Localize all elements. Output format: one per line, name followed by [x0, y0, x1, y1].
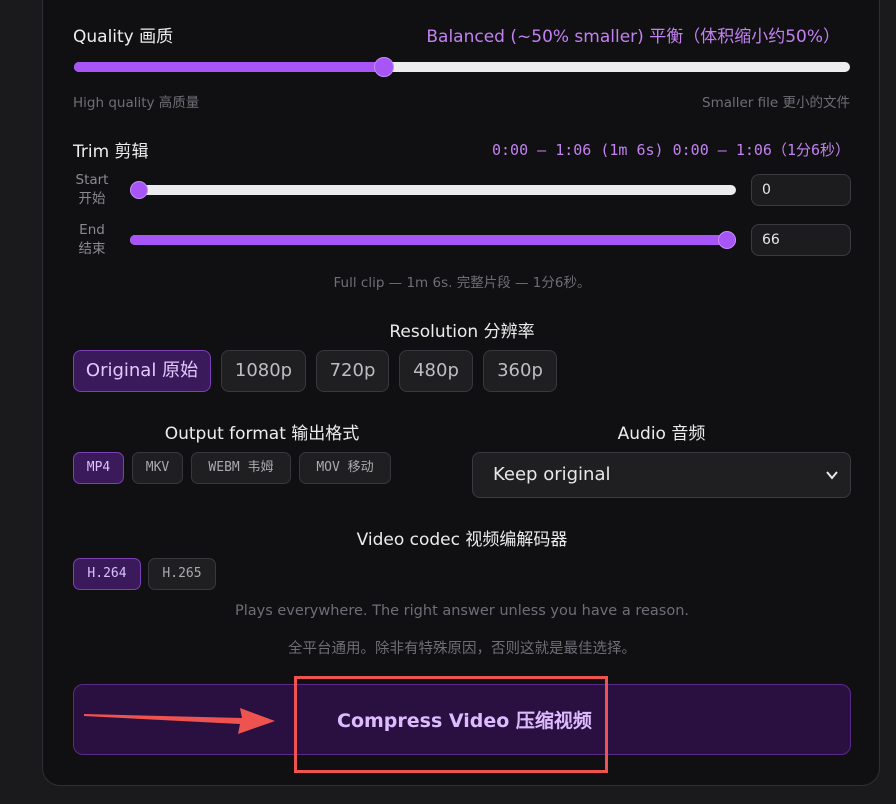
output-format-label: Output format 输出格式	[164, 424, 360, 444]
trim-label: Trim 剪辑	[73, 142, 149, 162]
format-option-mov[interactable]: MOV 移动	[299, 452, 391, 484]
trim-end-input[interactable]: 66	[751, 224, 851, 256]
resolution-option-720p[interactable]: 720p	[316, 350, 389, 392]
quality-slider[interactable]	[74, 57, 850, 77]
trim-start-label-en: Start	[75, 172, 109, 188]
trim-range-label: 0:00 – 1:06 (1m 6s) 0:00 – 1:06（1分6秒）	[491, 141, 850, 159]
audio-select-value: Keep original	[493, 464, 611, 485]
quality-label: Quality 画质	[73, 27, 174, 47]
trim-end-slider[interactable]	[130, 231, 736, 249]
trim-end-fill	[130, 235, 724, 245]
trim-start-label-zh: 开始	[78, 191, 106, 207]
codec-hint-zh: 全平台通用。除非有特殊原因，否则这就是最佳选择。	[288, 641, 636, 657]
trim-end-label-en: End	[79, 222, 105, 238]
quality-value-label: Balanced (~50% smaller) 平衡（体积缩小约50%）	[426, 27, 840, 47]
format-option-mp4[interactable]: MP4	[73, 452, 124, 484]
quality-max-hint: Smaller file 更小的文件	[702, 95, 850, 111]
trim-hint: Full clip — 1m 6s. 完整片段 — 1分6秒。	[333, 275, 591, 291]
trim-end-label-zh: 结束	[78, 241, 106, 257]
audio-label: Audio 音频	[617, 424, 706, 444]
codec-option-h264[interactable]: H.264	[73, 558, 141, 590]
trim-start-thumb[interactable]	[130, 181, 149, 199]
trim-end-thumb[interactable]	[717, 231, 736, 249]
quality-min-hint: High quality 高质量	[73, 95, 200, 111]
arrow-right-icon	[84, 708, 275, 734]
trim-start-slider[interactable]	[130, 181, 736, 199]
format-option-mkv[interactable]: MKV	[132, 452, 183, 484]
trim-start-input[interactable]: 0	[751, 174, 851, 206]
resolution-label: Resolution 分辨率	[389, 322, 535, 342]
settings-panel	[42, 0, 880, 786]
codec-option-h265[interactable]: H.265	[148, 558, 216, 590]
codec-hint-en: Plays everywhere. The right answer unles…	[234, 603, 689, 619]
resolution-option-original[interactable]: Original 原始	[73, 350, 211, 392]
format-option-webm[interactable]: WEBM 韦姆	[191, 452, 291, 484]
resolution-option-360p[interactable]: 360p	[483, 350, 557, 392]
trim-end-label: End 结束	[70, 221, 114, 259]
trim-start-label: Start 开始	[70, 171, 114, 209]
codec-label: Video codec 视频编解码器	[356, 530, 568, 550]
quality-slider-fill	[74, 62, 385, 72]
chevron-down-icon	[826, 453, 838, 515]
audio-select[interactable]: Keep original	[472, 452, 851, 498]
annotation-highlight-box	[294, 676, 608, 773]
resolution-option-1080p[interactable]: 1080p	[221, 350, 306, 392]
resolution-option-480p[interactable]: 480p	[399, 350, 473, 392]
